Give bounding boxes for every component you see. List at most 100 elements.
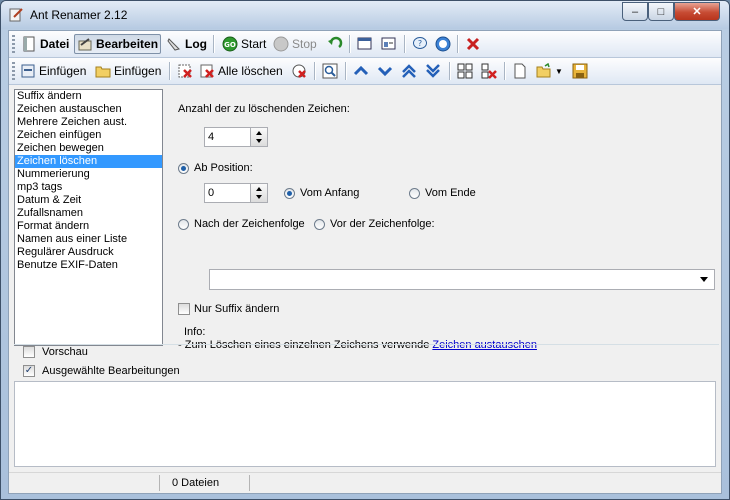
list-item[interactable]: Format ändern — [15, 220, 162, 233]
vom-ende-radio[interactable] — [409, 188, 420, 199]
vor-zeichenfolge-radio[interactable] — [314, 219, 325, 230]
move-bottom-button[interactable] — [423, 61, 443, 81]
remove-action-button[interactable] — [479, 61, 499, 81]
clear-button[interactable] — [289, 61, 309, 81]
selected-actions-box[interactable] — [14, 381, 716, 467]
list-item[interactable]: Suffix ändern — [15, 90, 162, 103]
list-item[interactable]: Nummerierung — [15, 168, 162, 181]
add-file-icon — [21, 64, 35, 78]
open-folder-icon — [536, 63, 551, 78]
delete-selected-button[interactable] — [175, 61, 195, 81]
grid-icon — [457, 63, 473, 79]
list-item[interactable]: Zeichen bewegen — [15, 142, 162, 155]
svg-text:?: ? — [418, 39, 422, 48]
delete-all-button[interactable]: Alle löschen — [197, 61, 285, 81]
save-icon — [572, 63, 588, 79]
nur-suffix-label: Nur Suffix ändern — [194, 303, 280, 315]
options-panel: Anzahl der zu löschenden Zeichen: 4 Ab P… — [169, 89, 719, 351]
close-button[interactable]: ✕ — [674, 2, 720, 21]
arrow-down-icon — [377, 66, 393, 77]
new-button[interactable] — [510, 61, 530, 81]
spin-updown-icon[interactable] — [250, 128, 267, 146]
list-item[interactable]: Zeichen austauschen — [15, 103, 162, 116]
count-spinner[interactable]: 4 — [204, 127, 268, 147]
view-button[interactable] — [320, 61, 340, 81]
list-item[interactable]: Namen aus einer Liste — [15, 233, 162, 246]
count-value[interactable]: 4 — [208, 131, 214, 143]
separator — [213, 35, 215, 53]
list-item[interactable]: Zeichen löschen — [15, 155, 162, 168]
list-item[interactable]: mp3 tags — [15, 181, 162, 194]
log-button[interactable]: Log — [164, 34, 209, 54]
help-button[interactable]: ? — [410, 34, 430, 54]
stop-button[interactable]: Stop — [271, 34, 319, 54]
move-down-button[interactable] — [375, 61, 395, 81]
app-window: Ant Renamer 2.12 – □ ✕ Datei Bearbeiten … — [0, 0, 730, 500]
status-cell-extra — [249, 475, 262, 491]
move-top-button[interactable] — [399, 61, 419, 81]
separator — [169, 62, 171, 80]
select-all-button[interactable] — [455, 61, 475, 81]
einfuegen-files-label: Einfügen — [39, 64, 87, 78]
chevron-down-icon[interactable] — [700, 277, 708, 282]
list-item[interactable]: Benutze EXIF-Daten — [15, 259, 162, 272]
minimize-button[interactable]: – — [622, 2, 648, 21]
separator — [504, 62, 506, 80]
double-arrow-up-icon — [402, 64, 416, 78]
checkmark-icon: ✓ — [24, 365, 34, 376]
position-spinner[interactable]: 0 — [204, 183, 268, 203]
stop-label: Stop — [292, 37, 317, 51]
move-up-button[interactable] — [351, 61, 371, 81]
edit-toolbar: Einfügen Einfügen Alle löschen ▼ — [9, 58, 721, 85]
nach-zeichenfolge-radio[interactable] — [178, 219, 189, 230]
about-button[interactable] — [433, 34, 453, 54]
vorschau-checkbox[interactable] — [23, 346, 35, 358]
add-files-button[interactable]: Einfügen — [18, 61, 88, 81]
ab-position-radio[interactable] — [178, 163, 189, 174]
ab-position-label: Ab Position: — [194, 162, 253, 174]
datei-button[interactable]: Datei — [19, 34, 71, 54]
window-icon — [357, 37, 372, 50]
toolbar-grip[interactable] — [12, 35, 15, 53]
save-button[interactable] — [570, 61, 590, 81]
list-item[interactable]: Zufallsnamen — [15, 207, 162, 220]
ausgewaehlte-checkbox[interactable]: ✓ — [23, 365, 35, 377]
position-value[interactable]: 0 — [208, 187, 214, 199]
open-button[interactable]: ▼ — [534, 61, 565, 81]
list-item[interactable]: Mehrere Zeichen aust. — [15, 116, 162, 129]
actions-list[interactable]: Suffix ändern Zeichen austauschen Mehrere … — [14, 89, 163, 346]
svg-text:GO: GO — [224, 41, 236, 49]
list-item[interactable]: Regulärer Ausdruck — [15, 246, 162, 259]
list-item[interactable]: Datum & Zeit — [15, 194, 162, 207]
exit-button[interactable] — [463, 34, 483, 54]
nur-suffix-checkbox[interactable] — [178, 303, 190, 315]
status-cell-empty — [9, 475, 161, 491]
maximize-icon: □ — [657, 5, 665, 18]
log-icon — [167, 38, 180, 51]
sequence-combobox[interactable] — [209, 269, 715, 290]
go-icon: GO — [222, 36, 238, 52]
properties-button[interactable] — [379, 34, 399, 54]
vorschau-group: Vorschau — [14, 344, 719, 359]
delete-all-icon — [200, 64, 214, 78]
stop-icon — [273, 36, 289, 52]
file-icon — [23, 36, 35, 52]
undo-button[interactable] — [325, 34, 345, 54]
app-icon — [9, 8, 23, 22]
chevron-down-icon[interactable]: ▼ — [555, 67, 563, 76]
title-bar[interactable]: Ant Renamer 2.12 – □ ✕ — [1, 1, 729, 29]
vom-anfang-label: Vom Anfang — [300, 187, 360, 199]
list-item[interactable]: Zeichen einfügen — [15, 129, 162, 142]
add-folder-button[interactable]: Einfügen — [93, 61, 163, 81]
window-button[interactable] — [355, 34, 375, 54]
bearbeiten-button[interactable]: Bearbeiten — [74, 34, 162, 54]
start-button[interactable]: GO Start — [220, 34, 268, 54]
nach-zeichenfolge-label: Nach der Zeichenfolge — [194, 218, 305, 230]
client-area: Datei Bearbeiten Log GO Start Stop ? Ein… — [8, 30, 722, 494]
status-bar: 0 Dateien — [9, 472, 721, 493]
maximize-button[interactable]: □ — [648, 2, 674, 21]
ausgewaehlte-label: Ausgewählte Bearbeitungen — [42, 365, 180, 377]
spin-updown-icon[interactable] — [250, 184, 267, 202]
toolbar-grip[interactable] — [12, 62, 15, 80]
vom-anfang-radio[interactable] — [284, 188, 295, 199]
